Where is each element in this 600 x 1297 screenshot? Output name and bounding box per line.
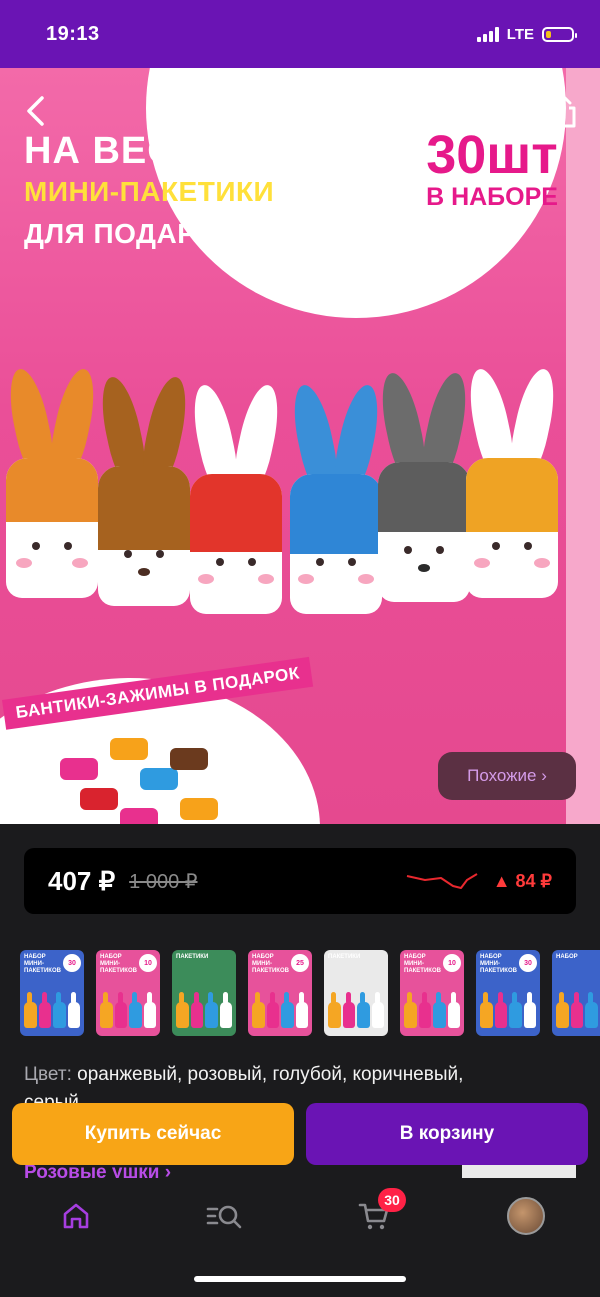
current-price: 407 ₽ bbox=[48, 865, 116, 896]
gift-bags-illustration bbox=[0, 358, 566, 614]
thumbnail-badge: 25 bbox=[291, 954, 309, 972]
status-indicators: LTE bbox=[476, 25, 577, 43]
nav-catalog[interactable] bbox=[204, 1196, 244, 1236]
battery-icon bbox=[542, 26, 577, 42]
home-icon bbox=[63, 1203, 89, 1229]
share-icon bbox=[550, 94, 576, 128]
thumbnail-title: НАБОР bbox=[556, 954, 578, 960]
search-list-icon bbox=[206, 1205, 242, 1229]
gallery-thumbnail[interactable]: НАБОР bbox=[552, 950, 600, 1036]
favorite-button[interactable] bbox=[470, 90, 512, 132]
nav-home[interactable] bbox=[56, 1196, 96, 1236]
network-label: LTE bbox=[506, 25, 534, 43]
thumbnail-bags bbox=[480, 992, 536, 1028]
next-image-peek bbox=[566, 68, 600, 824]
gallery-thumbnail[interactable]: НАБОР МИНИ-ПАКЕТИКОВ 30 bbox=[476, 950, 540, 1036]
old-price: 1 000 ₽ bbox=[129, 870, 198, 893]
gallery-thumbnail[interactable]: ПАКЕТИКИ bbox=[324, 950, 388, 1036]
thumbnail-title: НАБОР МИНИ-ПАКЕТИКОВ bbox=[100, 954, 137, 974]
pieces-count: 30шт bbox=[426, 125, 558, 185]
thumbnail-title: НАБОР МИНИ-ПАКЕТИКОВ bbox=[24, 954, 61, 974]
thumbnail-bags bbox=[252, 992, 308, 1028]
thumbnail-badge: 10 bbox=[443, 954, 461, 972]
avatar bbox=[507, 1197, 545, 1235]
bottom-navigation: 30 bbox=[0, 1178, 600, 1297]
hero-title-line2: МИНИ-ПАКЕТИКИ bbox=[24, 176, 275, 207]
thumbnail-badge: 30 bbox=[519, 954, 537, 972]
back-button[interactable] bbox=[14, 90, 56, 132]
pieces-badge: 30шт В НАБОРЕ bbox=[422, 128, 562, 212]
thumbnail-badge: 30 bbox=[63, 954, 81, 972]
color-info: Цвет: оранжевый, розовый, голубой, корич… bbox=[24, 1064, 463, 1086]
thumbnail-bags bbox=[328, 992, 384, 1028]
similar-products-button[interactable]: Похожие › bbox=[438, 752, 576, 800]
share-button[interactable] bbox=[542, 90, 584, 132]
thumbnail-badge: 10 bbox=[139, 954, 157, 972]
gallery-thumbnail[interactable]: НАБОР МИНИ-ПАКЕТИКОВ 10 bbox=[400, 950, 464, 1036]
thumbnail-title: ПАКЕТИКИ bbox=[328, 954, 361, 960]
thumbnail-bags bbox=[100, 992, 156, 1028]
thumbnail-title: ПАКЕТИКИ bbox=[176, 954, 209, 960]
variant-thumbnails[interactable]: НАБОР МИНИ-ПАКЕТИКОВ 30 НАБОР МИНИ-ПАКЕТИК… bbox=[20, 950, 600, 1036]
thumbnail-bags bbox=[556, 992, 600, 1028]
signal-icon bbox=[476, 26, 499, 42]
price-history-chart bbox=[406, 873, 478, 889]
status-time: 19:13 bbox=[46, 22, 100, 45]
nav-cart[interactable]: 30 bbox=[354, 1188, 406, 1236]
gallery-thumbnail[interactable]: НАБОР МИНИ-ПАКЕТИКОВ 30 bbox=[20, 950, 84, 1036]
thumbnail-title: НАБОР МИНИ-ПАКЕТИКОВ bbox=[480, 954, 517, 974]
add-to-cart-button[interactable]: В корзину bbox=[306, 1103, 588, 1165]
product-image-carousel[interactable]: НА ВЕСЬ КЛАСС МИНИ-ПАКЕТИКИ ДЛЯ ПОДАРКОВ… bbox=[0, 68, 600, 824]
gallery-thumbnail[interactable]: ПАКЕТИКИ bbox=[172, 950, 236, 1036]
thumbnail-title: НАБОР МИНИ-ПАКЕТИКОВ bbox=[404, 954, 441, 974]
hero-title-line1: НА ВЕСЬ КЛАСС bbox=[24, 130, 352, 172]
nav-profile[interactable] bbox=[506, 1196, 546, 1236]
price-change: ▲ 84 ₽ bbox=[492, 870, 552, 891]
color-value: оранжевый, розовый, голубой, коричневый, bbox=[77, 1064, 464, 1085]
thumbnail-bags bbox=[404, 992, 460, 1028]
gallery-thumbnail[interactable]: НАБОР МИНИ-ПАКЕТИКОВ 10 bbox=[96, 950, 160, 1036]
cart-badge: 30 bbox=[378, 1188, 406, 1212]
thumbnail-bags bbox=[24, 992, 80, 1028]
home-indicator[interactable] bbox=[194, 1276, 406, 1282]
heart-icon bbox=[473, 95, 509, 126]
hero-title-line3: ДЛЯ ПОДАРКОВ bbox=[24, 218, 257, 249]
chevron-left-icon bbox=[27, 96, 44, 126]
gallery-thumbnail[interactable]: НАБОР МИНИ-ПАКЕТИКОВ 25 bbox=[248, 950, 312, 1036]
pieces-label: В НАБОРЕ bbox=[426, 183, 558, 211]
battery-level bbox=[546, 30, 551, 38]
thumbnail-bags bbox=[176, 992, 232, 1028]
color-label: Цвет: bbox=[24, 1064, 72, 1085]
status-bar: 19:13 LTE bbox=[0, 0, 600, 68]
price-card[interactable]: 407 ₽ 1 000 ₽ ▲ 84 ₽ bbox=[24, 848, 576, 914]
thumbnail-title: НАБОР МИНИ-ПАКЕТИКОВ bbox=[252, 954, 289, 974]
buy-now-button[interactable]: Купить сейчас bbox=[12, 1103, 294, 1165]
